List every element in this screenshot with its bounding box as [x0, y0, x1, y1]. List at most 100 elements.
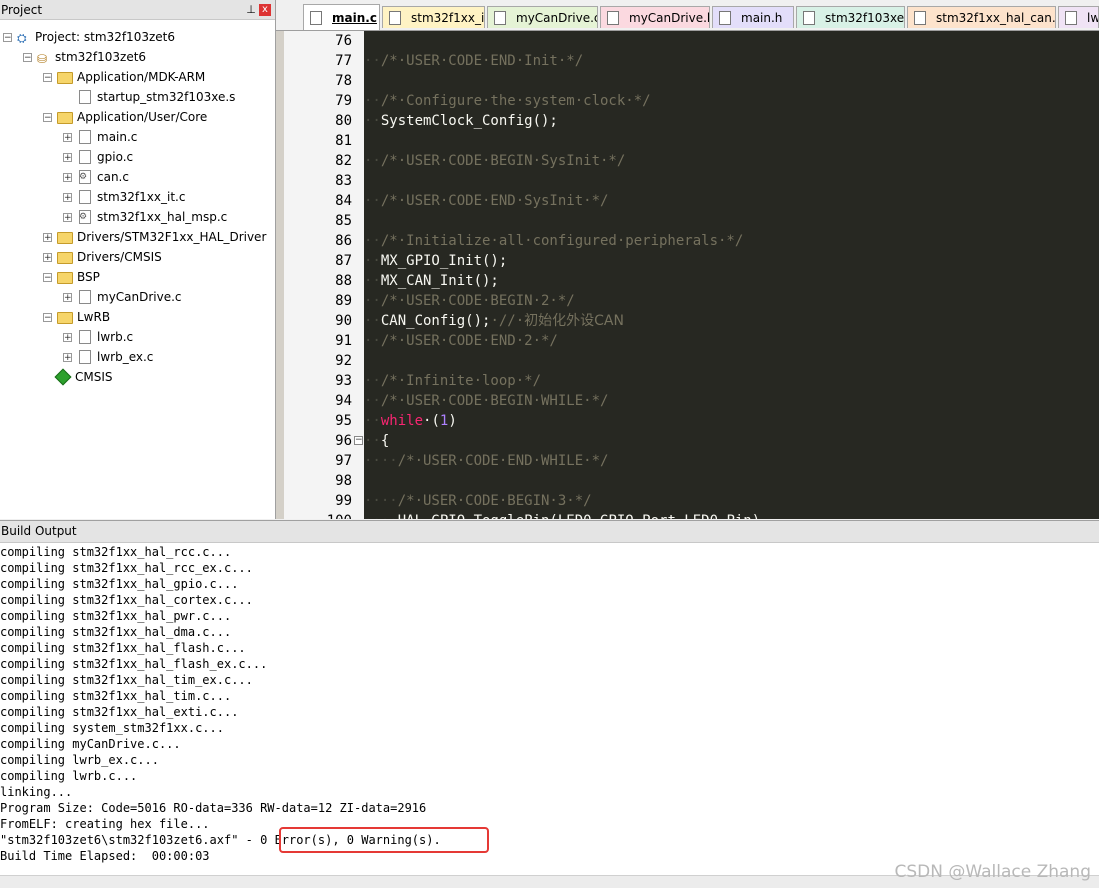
- tree-item[interactable]: + stm32f1xx_hal_msp.c: [63, 208, 227, 226]
- tree-item[interactable]: + main.c: [63, 128, 137, 146]
- tab-lw[interactable]: lw: [1058, 6, 1099, 28]
- folder-icon: [57, 72, 73, 84]
- file-icon: [803, 10, 815, 25]
- project-icon: [17, 31, 31, 43]
- tab-mycandrive-h[interactable]: myCanDrive.h: [600, 6, 710, 28]
- collapse-icon[interactable]: −: [23, 52, 32, 62]
- project-panel-header: Project ⊥ x: [0, 0, 275, 20]
- tree-item[interactable]: + lwrb_ex.c: [63, 348, 153, 366]
- code-line: ··CAN_Config();·//·初始化外设CAN: [364, 313, 624, 329]
- tab-main-c[interactable]: main.c: [303, 4, 380, 30]
- tab-stm32f1xx-hal-can-h[interactable]: stm32f1xx_hal_can.h: [907, 6, 1056, 28]
- file-icon: [494, 10, 506, 25]
- build-log-line: compiling myCanDrive.c...: [0, 737, 181, 751]
- expand-icon[interactable]: +: [63, 172, 72, 182]
- tree-item[interactable]: + myCanDrive.c: [63, 288, 182, 306]
- build-log-line: compiling lwrb.c...: [0, 769, 138, 783]
- tab-main-h[interactable]: main.h: [712, 6, 794, 28]
- tree-item-label: stm32f103zet6: [55, 50, 147, 64]
- code-line: ··/*·Initialize·all·configured·periphera…: [364, 233, 744, 249]
- tab-stm32f103xe-h[interactable]: stm32f103xe.h: [796, 6, 905, 28]
- file-icon: [719, 10, 731, 25]
- collapse-icon[interactable]: −: [43, 272, 52, 282]
- code-text-area[interactable]: ··/*·USER·CODE·END·Init·*/ ··/*·Configure…: [364, 31, 1099, 519]
- line-number: 79: [335, 93, 352, 109]
- pin-icon[interactable]: ⊥: [243, 3, 259, 16]
- close-icon[interactable]: x: [259, 3, 271, 16]
- expand-icon[interactable]: +: [43, 232, 52, 242]
- tree-item[interactable]: + can.c: [63, 168, 129, 186]
- tab-label: main.c: [332, 10, 377, 25]
- file-gear-icon: [79, 170, 91, 184]
- code-line: ··/*·USER·CODE·END·2·*/: [364, 333, 558, 349]
- tree-item-label: stm32f1xx_it.c: [97, 190, 186, 204]
- file-icon: [79, 290, 91, 304]
- line-number: 96: [335, 433, 352, 449]
- build-log-line: compiling stm32f1xx_hal_gpio.c...: [0, 577, 239, 591]
- tree-item[interactable]: − stm32f103zet6: [23, 48, 146, 66]
- collapse-icon[interactable]: −: [43, 312, 52, 322]
- tree-item[interactable]: − Project: stm32f103zet6: [3, 28, 175, 46]
- code-line: ··/*·USER·CODE·END·SysInit·*/: [364, 193, 609, 209]
- line-number: 87: [335, 253, 352, 269]
- line-number: 86: [335, 233, 352, 249]
- tree-item[interactable]: + Drivers/STM32F1xx_HAL_Driver: [43, 228, 266, 246]
- code-line: ··MX_GPIO_Init();: [364, 253, 508, 269]
- file-icon: [310, 10, 322, 25]
- tree-item-label: Drivers/STM32F1xx_HAL_Driver: [77, 230, 267, 244]
- expand-icon[interactable]: +: [63, 292, 72, 302]
- code-line: ··/*·Configure·the·system·clock·*/: [364, 93, 651, 109]
- tree-item-label: gpio.c: [97, 150, 134, 164]
- tree-item[interactable]: + gpio.c: [63, 148, 133, 166]
- file-icon: [607, 10, 619, 25]
- line-number: 90: [335, 313, 352, 329]
- collapse-icon[interactable]: −: [43, 112, 52, 122]
- code-line: ··SystemClock_Config();: [364, 113, 558, 129]
- build-log-line: compiling stm32f1xx_hal_dma.c...: [0, 625, 232, 639]
- code-editor[interactable]: 76 77 78 79 80 81 82 83 84 85 86 87 88 89 90 91 92 93 94 95…: [284, 31, 1099, 519]
- file-icon: [79, 130, 91, 144]
- tree-item[interactable]: startup_stm32f103xe.s: [63, 88, 235, 106]
- tree-item-label: startup_stm32f103xe.s: [97, 90, 236, 104]
- expand-icon[interactable]: +: [63, 152, 72, 162]
- code-line: ··/*·USER·CODE·END·Init·*/: [364, 53, 584, 69]
- tree-item[interactable]: CMSIS: [43, 368, 113, 386]
- line-number: 94: [335, 393, 352, 409]
- tree-item[interactable]: − LwRB: [43, 308, 110, 326]
- expand-icon[interactable]: +: [43, 252, 52, 262]
- code-line: ··{: [364, 433, 390, 449]
- code-line: ··/*·USER·CODE·BEGIN·2·*/: [364, 293, 575, 309]
- tab-mycandrive-c[interactable]: myCanDrive.c: [487, 6, 598, 28]
- line-number: 76: [335, 33, 352, 49]
- tab-label: stm32f1xx_hal_can.h: [936, 10, 1056, 25]
- line-number: 99: [335, 493, 352, 509]
- code-line: ··/*·USER·CODE·BEGIN·WHILE·*/: [364, 393, 609, 409]
- fold-collapse-icon[interactable]: −: [354, 436, 363, 445]
- line-number: 95: [335, 413, 352, 429]
- build-log-line: compiling stm32f1xx_hal_rcc_ex.c...: [0, 561, 253, 575]
- build-output-title: Build Output: [0, 521, 1099, 543]
- tree-item-label: can.c: [97, 170, 129, 184]
- tree-item[interactable]: + lwrb.c: [63, 328, 133, 346]
- line-number: 100: [284, 511, 352, 519]
- tab-stm32f1xx-it-c[interactable]: stm32f1xx_it.c: [382, 6, 485, 28]
- file-gear-icon: [79, 210, 91, 224]
- build-log-line: Program Size: Code=5016 RO-data=336 RW-d…: [0, 801, 427, 815]
- folder-icon: [57, 112, 73, 124]
- expand-icon[interactable]: +: [63, 132, 72, 142]
- tree-item[interactable]: + stm32f1xx_it.c: [63, 188, 185, 206]
- folder-icon: [57, 232, 73, 244]
- tree-item[interactable]: − Application/MDK-ARM: [43, 68, 205, 86]
- tree-item[interactable]: + Drivers/CMSIS: [43, 248, 162, 266]
- tree-item[interactable]: − BSP: [43, 268, 100, 286]
- expand-icon[interactable]: +: [63, 332, 72, 342]
- collapse-icon[interactable]: −: [43, 72, 52, 82]
- expand-icon[interactable]: +: [63, 192, 72, 202]
- build-log-line: linking...: [0, 785, 73, 799]
- expand-icon[interactable]: +: [63, 352, 72, 362]
- tree-item[interactable]: − Application/User/Core: [43, 108, 207, 126]
- build-log-line: Build Time Elapsed: 00:00:03: [0, 849, 210, 863]
- expand-icon[interactable]: +: [63, 212, 72, 222]
- file-icon: [79, 150, 91, 164]
- collapse-icon[interactable]: −: [3, 32, 12, 42]
